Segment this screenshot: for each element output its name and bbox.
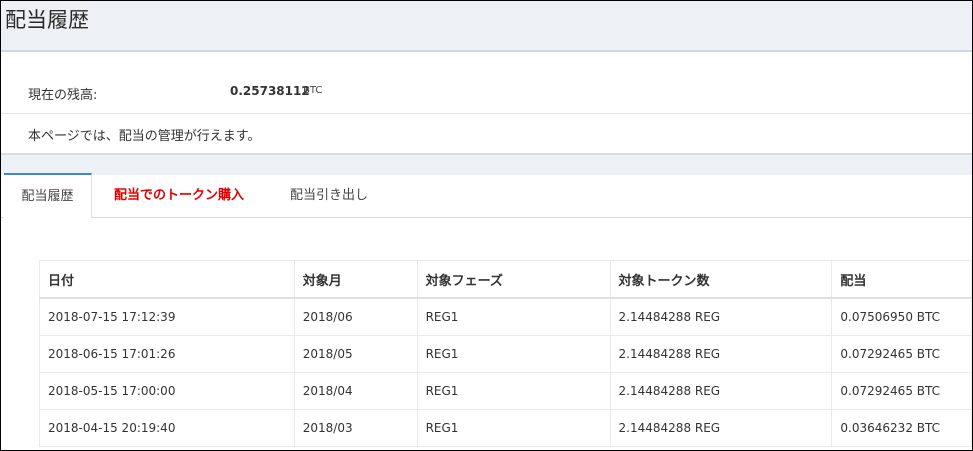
dividend-history-table: 日付 対象月 対象フェーズ 対象トークン数 配当 2018-07-15 17:1… (39, 260, 972, 447)
tab-buy-tokens-with-dividend[interactable]: 配当でのトークン購入 (114, 173, 244, 217)
tab-dividend-history[interactable]: 配当履歴 (4, 173, 92, 218)
cell-month: 2018/05 (293, 335, 418, 373)
column-header-phase: 対象フェーズ (416, 260, 611, 299)
app-frame: 配当履歴 現在の残高: 0.25738112 BTC 本ページでは、配当の管理が… (0, 0, 973, 451)
table-header-row: 日付 対象月 対象フェーズ 対象トークン数 配当 (39, 260, 972, 299)
table-row: 2018-05-15 17:00:00 2018/04 REG1 2.14484… (39, 372, 972, 410)
cell-tokens: 2.14484288 REG (609, 372, 833, 410)
cell-phase: REG1 (416, 372, 611, 410)
page-header: 配当履歴 (1, 1, 972, 52)
cell-dividend: 0.07292465 BTC (831, 335, 972, 373)
column-header-dividend: 配当 (831, 260, 972, 299)
column-header-date: 日付 (39, 260, 295, 299)
cell-date: 2018-07-15 17:12:39 (39, 297, 295, 336)
cell-tokens: 2.14484288 REG (609, 335, 833, 373)
cell-month: 2018/06 (293, 297, 418, 336)
tab-bar: 配当履歴 配当でのトークン購入 配当引き出し (1, 173, 972, 218)
page-description: 本ページでは、配当の管理が行えます。 (28, 129, 261, 144)
cell-date: 2018-06-15 17:01:26 (39, 335, 295, 373)
section-divider (1, 153, 972, 175)
balance-unit: BTC (303, 85, 323, 96)
balance-row: 現在の残高: 0.25738112 BTC (1, 71, 972, 114)
cell-phase: REG1 (416, 297, 611, 336)
cell-phase: REG1 (416, 335, 611, 373)
balance-value: 0.25738112 (230, 84, 310, 98)
cell-dividend: 0.03646232 BTC (831, 409, 972, 447)
cell-tokens: 2.14484288 REG (609, 297, 833, 336)
table-row: 2018-04-15 20:19:40 2018/03 REG1 2.14484… (39, 409, 972, 447)
page-title: 配当履歴 (5, 8, 89, 32)
cell-phase: REG1 (416, 409, 611, 447)
balance-label: 現在の残高: (28, 88, 98, 103)
cell-month: 2018/04 (293, 372, 418, 410)
cell-dividend: 0.07292465 BTC (831, 372, 972, 410)
cell-tokens: 2.14484288 REG (609, 409, 833, 447)
cell-date: 2018-05-15 17:00:00 (39, 372, 295, 410)
cell-dividend: 0.07506950 BTC (831, 297, 972, 336)
column-header-tokens: 対象トークン数 (609, 260, 833, 299)
cell-month: 2018/03 (293, 409, 418, 447)
column-header-month: 対象月 (293, 260, 418, 299)
tab-dividend-withdrawal[interactable]: 配当引き出し (290, 173, 368, 217)
description-row: 本ページでは、配当の管理が行えます。 (1, 114, 972, 153)
table-row: 2018-07-15 17:12:39 2018/06 REG1 2.14484… (39, 297, 972, 336)
cell-date: 2018-04-15 20:19:40 (39, 409, 295, 447)
table-row: 2018-06-15 17:01:26 2018/05 REG1 2.14484… (39, 335, 972, 373)
